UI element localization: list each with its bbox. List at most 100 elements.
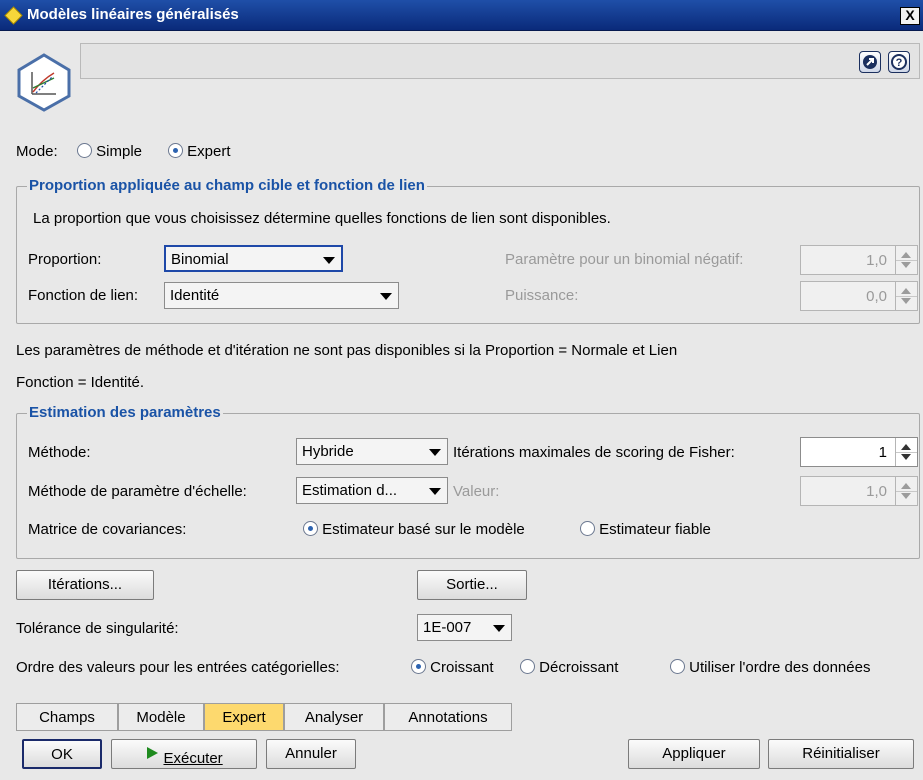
scale-value-spinner[interactable]: 1,0 xyxy=(800,476,918,506)
mode-expert-radio[interactable]: Expert xyxy=(168,143,231,160)
header-band xyxy=(80,43,920,79)
tab-annotations[interactable]: Annotations xyxy=(384,703,512,731)
order-ascending-label: Croissant xyxy=(430,659,494,676)
apply-button-label: Appliquer xyxy=(662,745,726,762)
chevron-down-icon xyxy=(380,293,392,300)
order-descending-radio[interactable]: Décroissant xyxy=(520,659,618,676)
estimation-group-title: Estimation des paramètres xyxy=(27,404,223,421)
window-title: Modèles linéaires généralisés xyxy=(27,6,239,23)
tolerance-label: Tolérance de singularité: xyxy=(16,620,179,637)
link-function-value: Identité xyxy=(170,287,220,304)
radio-icon xyxy=(670,659,685,674)
method-value: Hybride xyxy=(302,443,354,460)
tab-model[interactable]: Modèle xyxy=(118,703,204,731)
tab-label: Annotations xyxy=(408,709,488,726)
iterations-button[interactable]: Itérations... xyxy=(16,570,154,600)
run-button[interactable]: Exécuter xyxy=(111,739,257,769)
power-spinner[interactable]: 0,0 xyxy=(800,281,918,311)
method-select[interactable]: Hybride xyxy=(296,438,448,465)
spin-down-icon xyxy=(901,454,911,460)
play-icon xyxy=(147,747,159,759)
radio-icon xyxy=(580,521,595,536)
mode-simple-radio[interactable]: Simple xyxy=(77,143,142,160)
cancel-button[interactable]: Annuler xyxy=(266,739,356,769)
tab-analyze[interactable]: Analyser xyxy=(284,703,384,731)
power-value: 0,0 xyxy=(866,288,887,305)
cov-model-based-radio[interactable]: Estimateur basé sur le modèle xyxy=(303,521,525,538)
ok-button-label: OK xyxy=(51,746,73,763)
ok-button[interactable]: OK xyxy=(22,739,102,769)
spin-up-icon xyxy=(901,288,911,294)
fisher-iterations-label: Itérations maximales de scoring de Fishe… xyxy=(453,444,735,461)
expand-icon[interactable] xyxy=(859,51,881,73)
proportion-label: Proportion: xyxy=(28,251,102,268)
note-line-2: Fonction = Identité. xyxy=(16,374,144,391)
scale-value-label: Valeur: xyxy=(453,483,500,500)
scale-method-value: Estimation d... xyxy=(302,482,398,499)
note-line-1: Les paramètres de méthode et d'itération… xyxy=(16,342,678,359)
radio-icon xyxy=(77,143,92,158)
neg-binomial-spinner[interactable]: 1,0 xyxy=(800,245,918,275)
chevron-down-icon xyxy=(493,625,505,632)
radio-selected-icon xyxy=(411,659,426,674)
tab-label: Modèle xyxy=(136,709,186,726)
fisher-iterations-value: 1 xyxy=(878,444,887,461)
tolerance-select[interactable]: 1E-007 xyxy=(417,614,512,641)
spin-down-icon xyxy=(901,298,911,304)
method-label: Méthode: xyxy=(28,444,91,461)
tab-label: Champs xyxy=(39,709,95,726)
radio-icon xyxy=(520,659,535,674)
spin-down-icon xyxy=(901,493,911,499)
mode-label: Mode: xyxy=(16,143,58,160)
reset-button[interactable]: Réinitialiser xyxy=(768,739,914,769)
scale-method-select[interactable]: Estimation d... xyxy=(296,477,448,504)
tab-fields[interactable]: Champs xyxy=(16,703,118,731)
spin-up-icon xyxy=(901,252,911,258)
cov-robust-radio[interactable]: Estimateur fiable xyxy=(580,521,711,538)
tab-label: Analyser xyxy=(304,709,364,726)
scale-method-label: Méthode de paramètre d'échelle: xyxy=(28,483,247,500)
order-data-radio[interactable]: Utiliser l'ordre des données xyxy=(670,659,870,676)
order-ascending-radio[interactable]: Croissant xyxy=(411,659,494,676)
tab-expert[interactable]: Expert xyxy=(204,703,284,731)
link-function-select[interactable]: Identité xyxy=(164,282,399,309)
output-button-label: Sortie... xyxy=(446,576,498,593)
apply-button[interactable]: Appliquer xyxy=(628,739,760,769)
chevron-down-icon xyxy=(429,488,441,495)
cancel-button-label: Annuler xyxy=(285,745,337,762)
link-description: La proportion que vous choisissez déterm… xyxy=(33,210,611,227)
cov-robust-label: Estimateur fiable xyxy=(599,521,711,538)
link-function-group-title: Proportion appliquée au champ cible et f… xyxy=(27,177,427,194)
run-button-label: Exécuter xyxy=(163,750,223,767)
scale-value-value: 1,0 xyxy=(866,483,887,500)
fisher-iterations-spinner[interactable]: 1 xyxy=(800,437,918,467)
power-label: Puissance: xyxy=(505,287,579,304)
iterations-button-label: Itérations... xyxy=(47,576,123,593)
tab-label: Expert xyxy=(222,709,266,726)
neg-binomial-label: Paramètre pour un binomial négatif: xyxy=(505,251,744,268)
reset-button-label: Réinitialiser xyxy=(802,745,880,762)
order-descending-label: Décroissant xyxy=(539,659,619,676)
generalized-linear-node-icon xyxy=(17,53,71,112)
covariance-label: Matrice de covariances: xyxy=(28,521,187,538)
radio-selected-icon xyxy=(168,143,183,158)
chevron-down-icon xyxy=(323,257,335,264)
help-icon[interactable]: ? xyxy=(888,51,910,73)
neg-binomial-value: 1,0 xyxy=(866,252,887,269)
radio-selected-icon xyxy=(303,521,318,536)
spin-up-icon xyxy=(901,483,911,489)
spin-down-icon xyxy=(901,262,911,268)
order-data-label: Utiliser l'ordre des données xyxy=(689,659,871,676)
app-diamond-icon xyxy=(4,6,23,25)
link-function-label: Fonction de lien: xyxy=(28,287,139,304)
proportion-select[interactable]: Binomial xyxy=(164,245,343,272)
svg-text:?: ? xyxy=(896,57,903,69)
chevron-down-icon xyxy=(429,449,441,456)
output-button[interactable]: Sortie... xyxy=(417,570,527,600)
mode-expert-label: Expert xyxy=(187,143,231,160)
link-function-group xyxy=(16,186,920,324)
mode-simple-label: Simple xyxy=(96,143,143,160)
cov-model-based-label: Estimateur basé sur le modèle xyxy=(322,521,525,538)
tolerance-value: 1E-007 xyxy=(423,619,472,636)
close-button[interactable]: X xyxy=(900,7,920,25)
